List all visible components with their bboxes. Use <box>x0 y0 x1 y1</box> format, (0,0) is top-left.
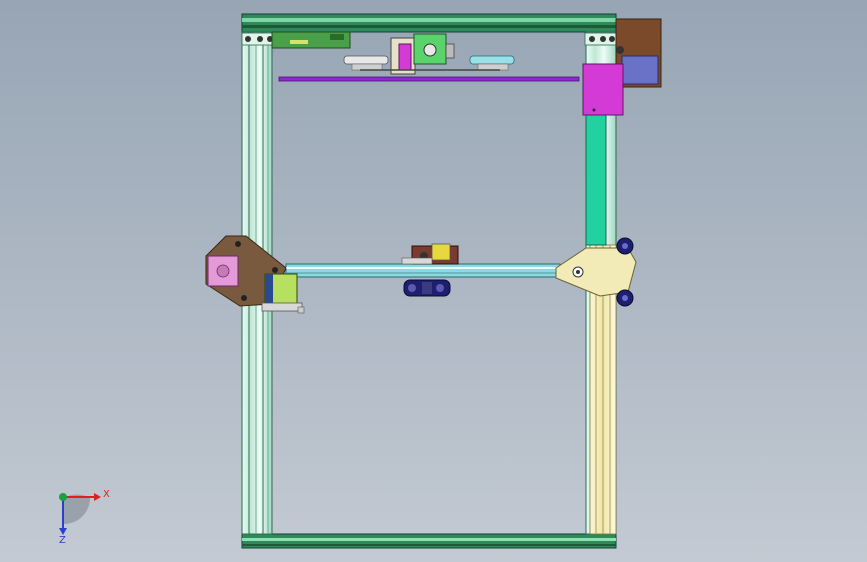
top-right-corner-bracket[interactable] <box>584 32 618 46</box>
x-gantry-crossbar[interactable] <box>285 263 561 278</box>
cad-viewport[interactable]: X Z <box>0 0 867 562</box>
z-axis-label: Z <box>59 535 66 546</box>
z-axis-arrowhead-icon <box>59 528 67 535</box>
right-gantry-wheel-bottom[interactable] <box>616 289 634 307</box>
top-left-corner-bracket[interactable] <box>241 32 277 46</box>
coordinate-triad: X Z <box>59 489 110 546</box>
x-carriage-top-assembly[interactable] <box>343 33 515 75</box>
right-gantry-end-plate[interactable] <box>555 247 637 297</box>
z-axis-rail[interactable] <box>585 113 607 246</box>
x-axis-arrowhead-icon <box>94 493 101 501</box>
z-motor-mount-block[interactable] <box>582 63 624 116</box>
right-gantry-wheel-top[interactable] <box>616 237 634 255</box>
left-stepper-motor[interactable] <box>207 255 239 287</box>
top-pulley-right <box>469 55 515 71</box>
left-carriage-block[interactable] <box>261 273 305 314</box>
x-axis-label: X <box>103 489 110 500</box>
top-linear-rail[interactable] <box>278 76 580 82</box>
top-frame-extrusion[interactable] <box>241 13 617 33</box>
bottom-frame-extrusion[interactable] <box>241 533 617 549</box>
top-pulley-left <box>343 55 389 71</box>
y-axis-origin-icon <box>59 493 67 501</box>
cad-model-scene[interactable]: X Z <box>0 0 867 562</box>
controller-board[interactable] <box>271 31 351 49</box>
